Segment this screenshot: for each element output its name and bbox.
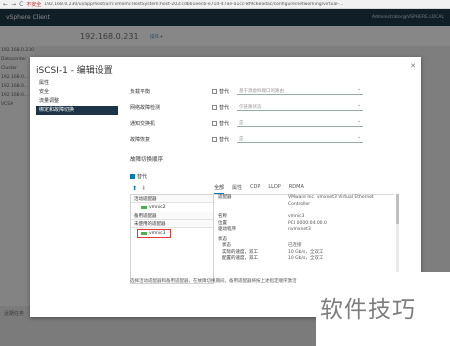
override-checkbox[interactable]	[212, 89, 217, 94]
setting-label: 负载平衡	[130, 89, 151, 95]
setting-row-load-balancing: 负载平衡 替代 基于源虚拟端口的路由	[130, 86, 390, 96]
detail-row: 驱动程序 nvmxnet3	[214, 227, 394, 234]
adapter-name: vmnic3	[149, 231, 166, 236]
override-label: 替代	[219, 137, 230, 143]
details-scrollbar[interactable]	[396, 194, 399, 282]
detail-label: 配置的速度，双工	[222, 256, 258, 261]
active-adapters-group: 活动适配器	[131, 195, 213, 203]
nav-security[interactable]: 安全	[36, 88, 118, 97]
override-checkbox[interactable]	[212, 137, 217, 142]
failure-detection-select[interactable]: 仅链路状态	[237, 102, 363, 111]
detail-value: 10 Gb/s，全双工	[288, 256, 324, 261]
nav-teaming-failover[interactable]: 绑定和故障切换	[36, 106, 118, 115]
detail-value: VMware Inc. vmxnet3 Virtual Ethernet Con…	[288, 195, 374, 207]
insecure-badge[interactable]: 不安全	[26, 1, 41, 8]
failover-order-title: 故障切换顺序	[130, 157, 164, 163]
override-label: 替代	[219, 89, 230, 95]
setting-row-failback: 故障恢复 替代 是	[130, 134, 390, 144]
back-icon[interactable]: ←	[3, 0, 8, 9]
detail-label: 适配器	[218, 195, 232, 200]
adapter-name: vmnic2	[149, 205, 166, 210]
tab-properties[interactable]: 属性	[232, 184, 242, 194]
scrollbar-thumb[interactable]	[396, 194, 399, 224]
dialog-nav: 属性 安全 流量调整 绑定和故障切换	[36, 79, 118, 115]
tab-rdma[interactable]: RDMA	[289, 184, 304, 194]
move-down-icon[interactable]: ⬇	[141, 185, 146, 192]
override-checkbox[interactable]	[212, 121, 217, 126]
override-label: 替代	[137, 174, 148, 180]
override-checkbox[interactable]	[212, 105, 217, 110]
forward-icon[interactable]: →	[11, 0, 16, 9]
load-balancing-select[interactable]: 基于源虚拟端口的路由	[237, 86, 363, 95]
unused-adapters-group: 未使用的适配器	[131, 220, 213, 228]
adapter-list: 活动适配器 vmnic2 备用适配器 未使用的适配器 vmnic3	[130, 194, 214, 284]
detail-label: 驱动程序	[218, 227, 236, 232]
setting-row-notify-switches: 通知交换机 替代 是	[130, 118, 390, 128]
network-adapter-icon	[141, 232, 147, 235]
detail-row: 适配器 VMware Inc. vmxnet3 Virtual Ethernet…	[214, 195, 394, 208]
order-buttons: ⬆ ⬇	[132, 185, 146, 192]
move-up-icon[interactable]: ⬆	[132, 185, 137, 192]
failback-select[interactable]: 是	[237, 134, 363, 143]
adapter-item[interactable]: vmnic2	[131, 203, 213, 212]
failover-footnote: 选择活动适配器和备用适配器，在故障切换期间，备用适配器将按上述指定顺序激活	[130, 279, 297, 284]
failover-override-checkbox[interactable]	[130, 174, 135, 179]
network-adapter-icon	[141, 206, 147, 209]
watermark: 软件技巧	[316, 272, 450, 346]
nav-properties[interactable]: 属性	[36, 79, 118, 88]
override-label: 替代	[219, 105, 230, 111]
detail-row: 配置的速度，双工 10 Gb/s，全双工	[214, 256, 394, 263]
url-field[interactable]: 192.168.0.230/ui/app/host/urn:vmomi:Host…	[44, 2, 343, 7]
detail-tabs: 全部 属性 CDP LLDP RDMA	[214, 184, 304, 194]
dialog-title: iSCSI-1 - 编辑设置	[36, 66, 113, 76]
adapter-details: 适配器 VMware Inc. vmxnet3 Virtual Ethernet…	[214, 194, 394, 282]
detail-value: nvmxnet3	[288, 227, 311, 232]
close-icon[interactable]: ✕	[410, 62, 416, 70]
setting-label: 网络故障检测	[130, 105, 161, 111]
notify-switches-select[interactable]: 是	[237, 118, 363, 127]
setting-label: 通知交换机	[130, 121, 156, 127]
watermark-text: 软件技巧	[320, 297, 416, 323]
tab-cdp[interactable]: CDP	[250, 184, 260, 194]
standby-adapters-group: 备用适配器	[131, 212, 213, 220]
tab-all[interactable]: 全部	[214, 184, 225, 194]
adapter-item-selected[interactable]: vmnic3	[137, 229, 171, 238]
override-label: 替代	[219, 121, 230, 127]
tab-lldp[interactable]: LLDP	[268, 184, 280, 194]
setting-label: 故障恢复	[130, 137, 151, 143]
failover-override: 替代	[130, 173, 147, 180]
reload-icon[interactable]: C	[19, 0, 23, 9]
nav-traffic-shaping[interactable]: 流量调整	[36, 97, 118, 106]
browser-address-bar: ← → C 不安全 192.168.0.230/ui/app/host/urn:…	[0, 0, 450, 9]
setting-row-failure-detection: 网络故障检测 替代 仅链路状态	[130, 102, 390, 112]
